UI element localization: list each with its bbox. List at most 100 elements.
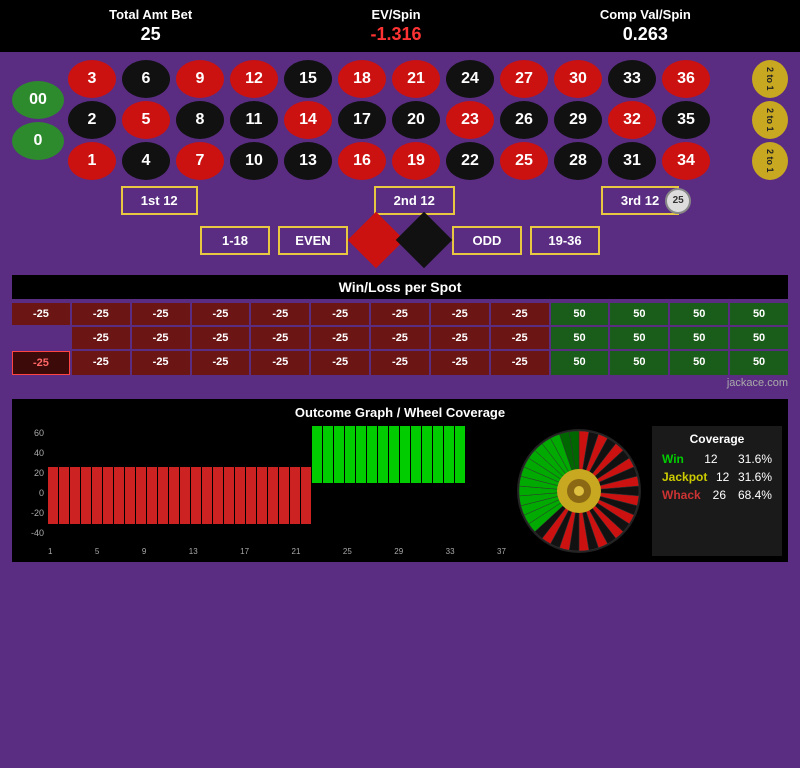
number-5[interactable]: 5: [122, 101, 170, 139]
wl-cell-0-7[interactable]: -25: [431, 303, 489, 325]
wl-cell-0-9[interactable]: 50: [551, 303, 609, 325]
wl-cell-0-0[interactable]: -25: [12, 303, 70, 325]
number-12[interactable]: 12: [230, 60, 278, 98]
wl-cell-2-7[interactable]: -25: [431, 351, 489, 375]
payout-mid[interactable]: 2 to 1: [752, 101, 788, 139]
x-axis: 15913172125293337: [48, 547, 506, 556]
wl-cell-1-1[interactable]: -25: [72, 327, 130, 349]
wl-cell-2-10[interactable]: 50: [610, 351, 668, 375]
number-21[interactable]: 21: [392, 60, 440, 98]
number-0[interactable]: 0: [12, 122, 64, 160]
wl-cell-2-2[interactable]: -25: [132, 351, 190, 375]
wl-cell-0-11[interactable]: 50: [670, 303, 728, 325]
number-17[interactable]: 17: [338, 101, 386, 139]
number-14[interactable]: 14: [284, 101, 332, 139]
number-7[interactable]: 7: [176, 142, 224, 180]
number-col-5: 181716: [338, 60, 386, 180]
header-bar: Total Amt Bet 25 EV/Spin -1.316 Comp Val…: [0, 0, 800, 52]
number-31[interactable]: 31: [608, 142, 656, 180]
wl-cell-1-6[interactable]: -25: [371, 327, 429, 349]
number-2[interactable]: 2: [68, 101, 116, 139]
wl-cell-1-12[interactable]: 50: [730, 327, 788, 349]
wl-cell-1-2[interactable]: -25: [132, 327, 190, 349]
payout-top[interactable]: 2 to 1: [752, 60, 788, 98]
bet-19-36[interactable]: 19-36: [530, 226, 600, 255]
bar-2: [70, 467, 80, 524]
wl-cell-2-6[interactable]: -25: [371, 351, 429, 375]
number-35[interactable]: 35: [662, 101, 710, 139]
wl-cell-2-12[interactable]: 50: [730, 351, 788, 375]
wl-cell-1-0[interactable]: [12, 327, 70, 349]
bet-1-18[interactable]: 1-18: [200, 226, 270, 255]
wl-cell-0-2[interactable]: -25: [132, 303, 190, 325]
number-10[interactable]: 10: [230, 142, 278, 180]
bet-black[interactable]: [396, 212, 453, 269]
wl-cell-2-1[interactable]: -25: [72, 351, 130, 375]
wl-cell-1-7[interactable]: -25: [431, 327, 489, 349]
bar-9: [147, 467, 157, 524]
number-col-1: 654: [122, 60, 170, 180]
wl-cell-2-9[interactable]: 50: [551, 351, 609, 375]
wl-cell-0-5[interactable]: -25: [311, 303, 369, 325]
number-23[interactable]: 23: [446, 101, 494, 139]
bar-31: [389, 426, 399, 483]
number-36[interactable]: 36: [662, 60, 710, 98]
wheel-container: [514, 426, 644, 556]
first-dozen[interactable]: 1st 12: [121, 186, 198, 215]
wl-cell-1-4[interactable]: -25: [251, 327, 309, 349]
wl-cell-1-11[interactable]: 50: [670, 327, 728, 349]
wl-cell-1-8[interactable]: -25: [491, 327, 549, 349]
number-34[interactable]: 34: [662, 142, 710, 180]
bet-odd[interactable]: ODD: [452, 226, 522, 255]
number-20[interactable]: 20: [392, 101, 440, 139]
number-26[interactable]: 26: [500, 101, 548, 139]
payout-bot[interactable]: 2 to 1: [752, 142, 788, 180]
number-4[interactable]: 4: [122, 142, 170, 180]
wl-cell-1-10[interactable]: 50: [610, 327, 668, 349]
number-8[interactable]: 8: [176, 101, 224, 139]
number-11[interactable]: 11: [230, 101, 278, 139]
wl-cell-0-4[interactable]: -25: [251, 303, 309, 325]
number-32[interactable]: 32: [608, 101, 656, 139]
number-29[interactable]: 29: [554, 101, 602, 139]
wl-cell-2-8[interactable]: -25: [491, 351, 549, 375]
wl-cell-1-3[interactable]: -25: [192, 327, 250, 349]
number-30[interactable]: 30: [554, 60, 602, 98]
number-19[interactable]: 19: [392, 142, 440, 180]
number-00[interactable]: 00: [12, 81, 64, 119]
wl-cell-0-10[interactable]: 50: [610, 303, 668, 325]
number-9[interactable]: 9: [176, 60, 224, 98]
number-15[interactable]: 15: [284, 60, 332, 98]
number-24[interactable]: 24: [446, 60, 494, 98]
number-16[interactable]: 16: [338, 142, 386, 180]
number-28[interactable]: 28: [554, 142, 602, 180]
wl-cell-1-9[interactable]: 50: [551, 327, 609, 349]
bet-even[interactable]: EVEN: [278, 226, 348, 255]
second-dozen[interactable]: 2nd 12: [374, 186, 455, 215]
winloss-title: Win/Loss per Spot: [12, 275, 788, 299]
wl-cell-0-1[interactable]: -25: [72, 303, 130, 325]
wl-cell-2-0[interactable]: -25: [12, 351, 70, 375]
wl-cell-0-3[interactable]: -25: [192, 303, 250, 325]
wl-cell-2-4[interactable]: -25: [251, 351, 309, 375]
number-1[interactable]: 1: [68, 142, 116, 180]
number-22[interactable]: 22: [446, 142, 494, 180]
wl-cell-2-5[interactable]: -25: [311, 351, 369, 375]
bar-14: [202, 467, 212, 524]
number-18[interactable]: 18: [338, 60, 386, 98]
wl-cell-0-6[interactable]: -25: [371, 303, 429, 325]
number-25[interactable]: 25: [500, 142, 548, 180]
wl-cell-1-5[interactable]: -25: [311, 327, 369, 349]
number-33[interactable]: 33: [608, 60, 656, 98]
number-27[interactable]: 27: [500, 60, 548, 98]
number-col-11: 363534: [662, 60, 710, 180]
wl-cell-2-11[interactable]: 50: [670, 351, 728, 375]
wl-cell-0-12[interactable]: 50: [730, 303, 788, 325]
number-3[interactable]: 3: [68, 60, 116, 98]
win-pct: 31.6%: [738, 452, 772, 466]
number-6[interactable]: 6: [122, 60, 170, 98]
wl-cell-2-3[interactable]: -25: [192, 351, 250, 375]
third-dozen[interactable]: 3rd 12 25: [601, 186, 679, 215]
number-13[interactable]: 13: [284, 142, 332, 180]
wl-cell-0-8[interactable]: -25: [491, 303, 549, 325]
